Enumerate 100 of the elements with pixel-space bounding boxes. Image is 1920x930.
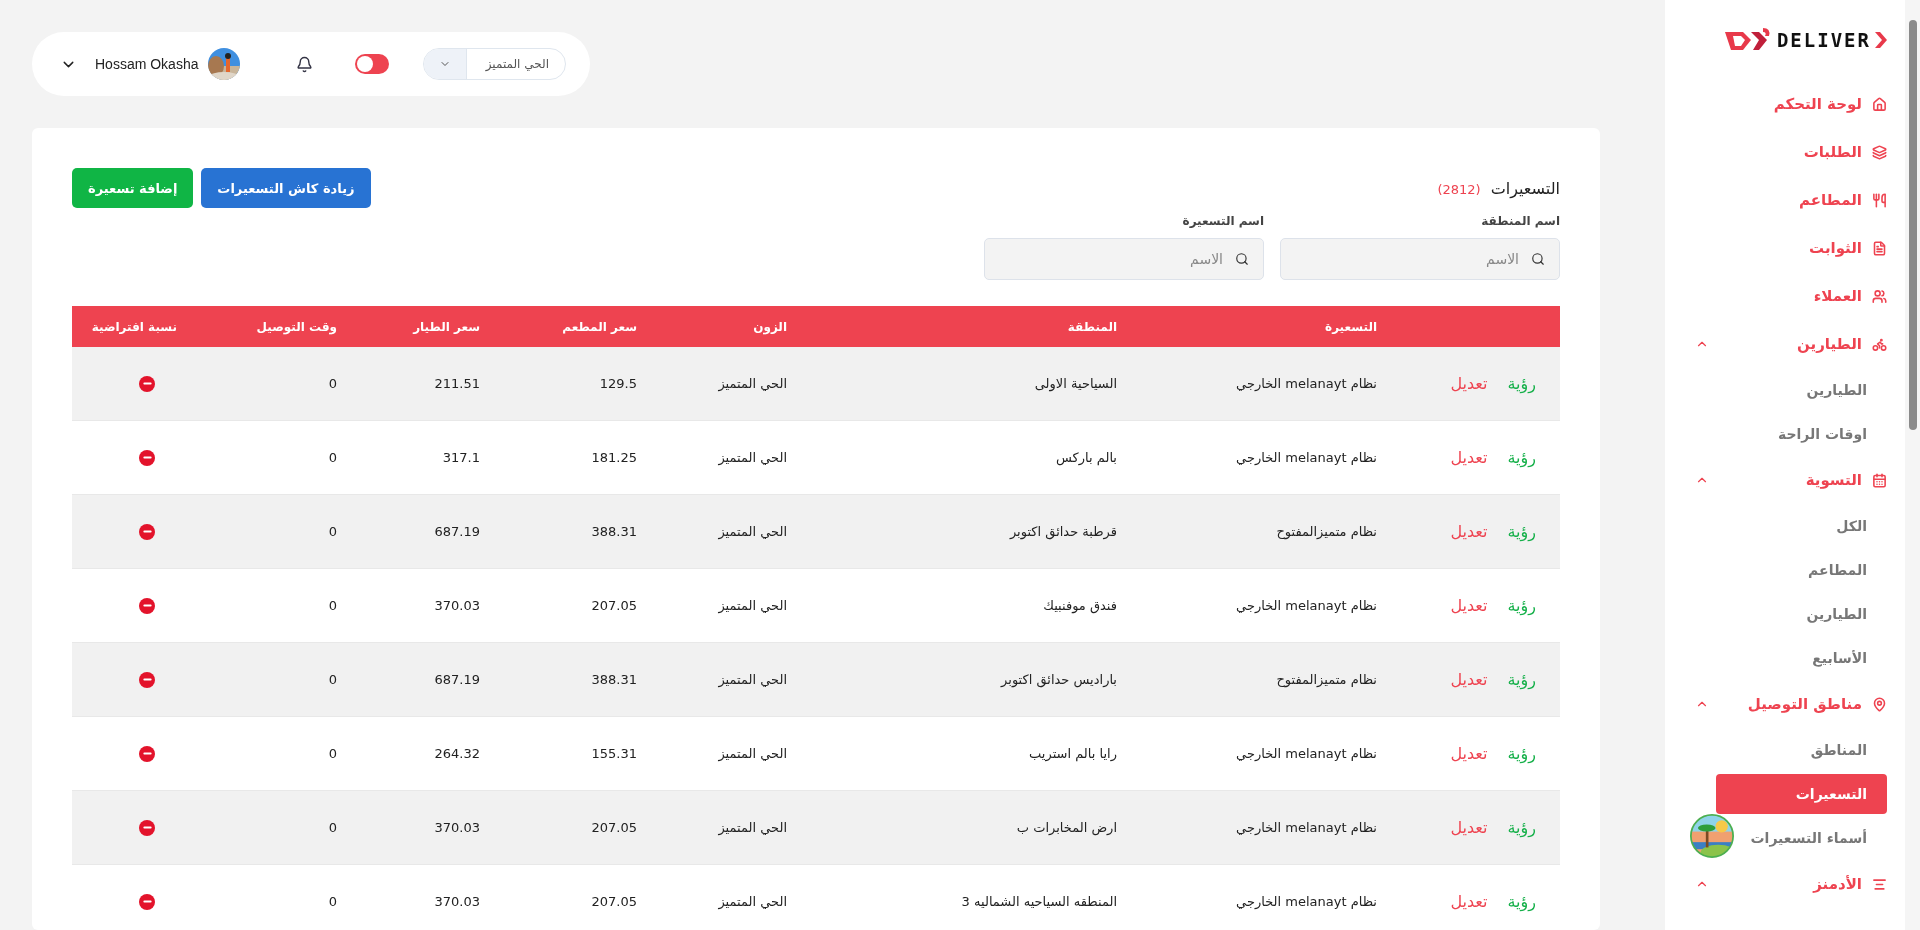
sidebar-subitem[interactable]: الكل <box>1836 504 1867 548</box>
table-cell-text: الحي المتميز <box>717 524 788 539</box>
sidebar-subitem[interactable]: الطيارين <box>1806 592 1867 636</box>
view-link[interactable]: رؤية <box>1507 818 1536 837</box>
search-input[interactable]: الاسم <box>1295 250 1521 268</box>
edit-link[interactable]: تعديل <box>1450 744 1488 763</box>
minus-circle-icon[interactable] <box>139 745 155 762</box>
table-cell-text: نظام melanayt الخارجي <box>1235 450 1378 465</box>
sidebar-subitem[interactable]: الأسابيع <box>1812 636 1867 680</box>
sidebar-item[interactable]: مناطق التوصيل <box>1695 680 1887 728</box>
sidebar-subitem[interactable]: الطيارين <box>1806 368 1867 412</box>
toggle-switch[interactable] <box>355 54 389 74</box>
edit-link[interactable]: تعديل <box>1450 892 1488 911</box>
table-cell-text: 0 <box>327 820 338 835</box>
notification-bell-icon[interactable] <box>296 55 314 73</box>
search-input[interactable]: الاسم <box>999 250 1225 268</box>
table-cell-text: نظام melanayt الخارجي <box>1235 376 1378 391</box>
table-cell-text: 687.19 <box>433 524 481 539</box>
sidebar-item[interactable]: الطلبات <box>1695 128 1887 176</box>
view-link[interactable]: رؤية <box>1507 522 1536 541</box>
view-link[interactable]: رؤية <box>1507 670 1536 689</box>
minus-circle-icon[interactable] <box>139 893 155 910</box>
calendar-icon <box>1872 472 1887 488</box>
table-cell-text: 181.25 <box>590 450 638 465</box>
table-cell-text: المنطقه السياحيه الشماليه 3 <box>960 894 1118 909</box>
sidebar-item[interactable]: الطيارين <box>1695 320 1887 368</box>
table-cell-text: الحي المتميز <box>717 894 788 909</box>
search-field[interactable]: الاسم <box>984 238 1264 280</box>
table-cell-text: باراديس حدائق اكتوبر <box>999 672 1118 687</box>
column-header: سعر المطعم <box>561 319 638 334</box>
edit-link[interactable]: تعديل <box>1450 522 1488 541</box>
column-header: الزون <box>752 319 788 334</box>
table-cell-text: 0 <box>327 746 338 761</box>
sidebar-subitem[interactable]: اوقات الراحة <box>1778 412 1867 456</box>
table-cell-text: نظام melanayt الخارجي <box>1235 820 1378 835</box>
map-pin-icon <box>1872 696 1887 712</box>
table-cell-text: 0 <box>327 672 338 687</box>
view-link[interactable]: رؤية <box>1507 892 1536 911</box>
users-icon <box>1872 288 1887 304</box>
action-button[interactable]: زيادة كاش التسعيرات <box>201 168 371 208</box>
table-cell-text: الحي المتميز <box>717 672 788 687</box>
table-cell-text: 0 <box>327 894 338 909</box>
table-cell-text: قرطبة حدائق اكتوبر <box>1008 524 1118 539</box>
column-header: المنطقة <box>1066 319 1118 334</box>
table-cell-text: 129.5 <box>598 376 638 391</box>
minus-circle-icon[interactable] <box>139 819 155 836</box>
align-icon <box>1872 876 1887 892</box>
table-cell-text: الحي المتميز <box>717 746 788 761</box>
table-cell-text: 0 <box>327 524 338 539</box>
sidebar-item[interactable]: لوحة التحكم <box>1695 80 1887 128</box>
table-cell-text: بالم باركس <box>1055 450 1118 465</box>
table-cell-text: الحي المتميز <box>717 450 788 465</box>
view-link[interactable]: رؤية <box>1507 374 1536 393</box>
sidebar-subitem[interactable]: أسماء التسعيرات <box>1750 816 1867 860</box>
minus-circle-icon[interactable] <box>139 523 155 540</box>
edit-link[interactable]: تعديل <box>1450 670 1488 689</box>
table-cell-text: فندق موفنبيك <box>1042 598 1118 613</box>
column-header: سعر الطيار <box>411 319 481 334</box>
table-cell-text: 388.31 <box>590 672 638 687</box>
field-label: اسم التسعيرة <box>1181 214 1264 228</box>
user-name[interactable]: Hossam Okasha <box>95 56 199 72</box>
view-link[interactable]: رؤية <box>1507 744 1536 763</box>
column-header: التسعيرة <box>1324 319 1378 334</box>
edit-link[interactable]: تعديل <box>1450 818 1488 837</box>
minus-circle-icon[interactable] <box>139 449 155 466</box>
sidebar-subitem[interactable]: التسعيرات <box>1716 774 1887 814</box>
sidebar-item[interactable]: الأدمنز <box>1695 860 1887 908</box>
layers-icon <box>1872 144 1887 160</box>
minus-circle-icon[interactable] <box>139 597 155 614</box>
view-link[interactable]: رؤية <box>1507 448 1536 467</box>
edit-link[interactable]: تعديل <box>1450 374 1488 393</box>
search-field[interactable]: الاسم <box>1280 238 1560 280</box>
home-icon <box>1872 96 1887 112</box>
sidebar-item[interactable]: الثوابت <box>1695 224 1887 272</box>
utensils-icon <box>1872 192 1887 208</box>
sidebar-subitem[interactable]: المناطق <box>1810 728 1867 772</box>
minus-circle-icon[interactable] <box>139 375 155 392</box>
sidebar-item[interactable]: العملاء <box>1695 272 1887 320</box>
add-button[interactable]: إضافة تسعيرة <box>72 168 194 208</box>
table-cell-text: 317.1 <box>441 450 481 465</box>
table-cell-text: نظام melanayt الخارجي <box>1235 598 1378 613</box>
table-cell-text: 207.05 <box>590 820 638 835</box>
edit-link[interactable]: تعديل <box>1450 596 1488 615</box>
table-cell-text: 155.31 <box>590 746 638 761</box>
table-cell-text: 388.31 <box>590 524 638 539</box>
search-icon <box>1235 252 1249 266</box>
minus-circle-icon[interactable] <box>139 671 155 688</box>
page-title: التسعيرات <box>1490 178 1560 198</box>
chevron-logo-icon <box>1875 32 1887 48</box>
sidebar-item[interactable]: المطاعم <box>1695 176 1887 224</box>
record-count: (2812) <box>1437 181 1481 197</box>
view-link[interactable]: رؤية <box>1507 596 1536 615</box>
table-cell-text: نظام melanayt الخارجي <box>1235 746 1378 761</box>
scrollbar[interactable] <box>1905 0 1920 930</box>
table-cell-text: 687.19 <box>433 672 481 687</box>
edit-link[interactable]: تعديل <box>1450 448 1488 467</box>
table-cell-text: 370.03 <box>433 598 481 613</box>
sidebar-subitem[interactable]: المطاعم <box>1808 548 1867 592</box>
sidebar-item[interactable]: التسوية <box>1695 456 1887 504</box>
field-label: اسم المنطقة <box>1480 214 1560 228</box>
